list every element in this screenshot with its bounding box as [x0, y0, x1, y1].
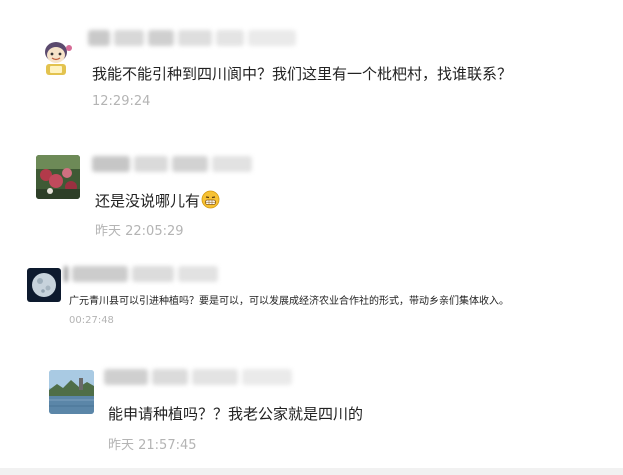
blurred-username	[88, 28, 296, 48]
comment-text: 还是没说哪儿有	[95, 190, 220, 213]
comment-list: 我能不能引种到四川阆中？我们这里有一个枇杷村，找谁联系？ 12:29:24 还是…	[0, 0, 623, 475]
comment-timestamp: 昨天 22:05:29	[95, 224, 184, 239]
blurred-username	[92, 154, 252, 174]
flower-garden-avatar[interactable]	[36, 155, 80, 199]
comment-item: 还是没说哪儿有 昨天 22:05:29	[0, 130, 623, 250]
comment-item: 我能不能引种到四川阆中？我们这里有一个枇杷村，找谁联系？ 12:29:24	[0, 0, 623, 130]
moon-avatar[interactable]	[27, 268, 61, 302]
comment-timestamp: 昨天 21:57:45	[108, 438, 197, 453]
comment-item: 能申请种植吗？？我老公家就是四川的 昨天 21:57:45	[0, 350, 623, 468]
lake-landscape-avatar[interactable]	[49, 370, 94, 414]
comment-text: 我能不能引种到四川阆中？我们这里有一个枇杷村，找谁联系？	[92, 65, 513, 83]
comment-text: 能申请种植吗？？我老公家就是四川的	[108, 405, 364, 423]
blurred-username	[64, 264, 218, 284]
cartoon-person-avatar[interactable]	[37, 38, 75, 78]
comment-timestamp: 12:29:24	[92, 94, 151, 109]
comment-text-content: 还是没说哪儿有	[95, 192, 201, 210]
blurred-username	[104, 367, 292, 387]
comment-timestamp: 00:27:48	[69, 315, 114, 326]
comment-item: 广元青川县可以引进种植吗？要是可以，可以发展成经济农业合作社的形式，带动乡亲们集…	[0, 250, 623, 350]
comment-text: 广元青川县可以引进种植吗？要是可以，可以发展成经济农业合作社的形式，带动乡亲们集…	[69, 296, 509, 307]
bottom-divider	[0, 468, 623, 475]
grimace-emoji-icon	[201, 190, 220, 213]
